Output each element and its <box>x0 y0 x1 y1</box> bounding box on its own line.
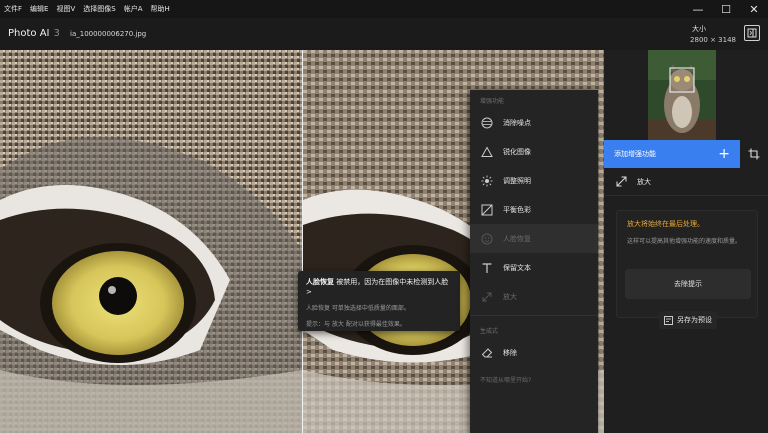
tooltip-description: 人脸恢复 可单独选择中低质量的面部。 <box>306 305 410 312</box>
upscale-item[interactable]: 放大 <box>604 168 768 196</box>
panel-toggle-button[interactable] <box>744 25 760 41</box>
menu-item-sharpen[interactable]: 锐化图像 <box>470 137 598 166</box>
lighting-icon <box>480 174 494 188</box>
sharpen-icon <box>480 145 494 159</box>
panel-toggle-icon <box>747 28 757 38</box>
menu-item-preserve-text[interactable]: 保留文本 <box>470 253 598 282</box>
menu-bar: 文件F 编辑E 视图V 选择图像S 帐户A 帮助H — ☐ ✕ <box>0 0 768 18</box>
crop-button[interactable] <box>740 140 768 168</box>
upscale-arrow-icon <box>616 176 627 187</box>
menu-item-remove[interactable]: 移除 <box>470 338 598 367</box>
maximize-icon[interactable]: ☐ <box>712 0 740 18</box>
app-version: 3 <box>53 28 60 39</box>
size-value: 2800 × 3148 <box>690 36 736 44</box>
tooltip-tip: 提示：与 放大 配对以获得最佳效果。 <box>306 321 406 328</box>
image-thumbnail[interactable] <box>648 50 716 140</box>
menu-item-face-recovery[interactable]: 人脸恢复 <box>470 224 598 253</box>
menu-edit[interactable]: 编辑E <box>26 0 52 18</box>
tooltip-title: 人脸恢复 被禁用，因为在图像中未检测到人脸> <box>306 278 449 296</box>
text-icon <box>480 261 494 275</box>
close-icon[interactable]: ✕ <box>740 0 768 18</box>
preset-icon <box>664 315 673 325</box>
app-title: Photo AI 3 <box>8 28 60 39</box>
menu-view[interactable]: 视图V <box>52 0 79 18</box>
help-link[interactable]: 不知道从哪里开始? <box>470 367 598 392</box>
add-enhancement-menu: 增强功能 消除噪点 锐化图像 调整照明 平衡色彩 人脸恢复 保留文本 放大 生成… <box>470 90 598 433</box>
notice-title: 放大将始终在最后处理。 <box>627 220 704 228</box>
menu-select-image[interactable]: 选择图像S <box>79 0 119 18</box>
menu-help[interactable]: 帮助H <box>147 0 174 18</box>
plus-icon: + <box>718 146 730 162</box>
add-enhancement-row: 添加增强功能 + <box>604 140 768 168</box>
menu-item-color-balance[interactable]: 平衡色彩 <box>470 195 598 224</box>
upscale-icon <box>480 290 494 304</box>
app-name: Photo AI <box>8 28 50 39</box>
add-enhancement-button[interactable]: 添加增强功能 + <box>604 140 740 168</box>
save-preset-button[interactable]: 另存为预设 <box>659 311 717 329</box>
minimize-icon[interactable]: — <box>684 0 712 18</box>
size-label: 大小 <box>692 25 706 33</box>
app-header: Photo AI 3 ia_100000006270.jpg 大小 2800 × … <box>0 18 768 50</box>
dismiss-tip-button[interactable]: 去除提示 <box>625 269 751 299</box>
section-generative: 生成式 <box>480 328 499 335</box>
crop-icon <box>748 148 760 160</box>
face-icon <box>480 232 494 246</box>
menu-item-denoise[interactable]: 消除噪点 <box>470 108 598 137</box>
section-enhancements: 增强功能 <box>480 98 505 105</box>
eraser-icon <box>480 346 494 360</box>
menu-account[interactable]: 帐户A <box>120 0 147 18</box>
window-controls: — ☐ ✕ <box>684 0 768 18</box>
menu-file[interactable]: 文件F <box>0 0 26 18</box>
notice-description: 这样可以提高其他增强功能的速度和质量。 <box>627 238 742 245</box>
menu-item-upscale[interactable]: 放大 <box>470 282 598 311</box>
file-name: ia_100000006270.jpg <box>70 30 147 38</box>
original-preview[interactable] <box>0 50 302 433</box>
color-balance-icon <box>480 203 494 217</box>
menu-item-lighting[interactable]: 调整照明 <box>470 166 598 195</box>
right-sidebar: 添加增强功能 + 放大 放大将始终在最后处理。 这样可以提高其他增强功能的速度和… <box>604 50 768 433</box>
upscale-notice: 放大将始终在最后处理。 这样可以提高其他增强功能的速度和质量。 去除提示 <box>616 210 758 318</box>
face-recovery-tooltip: 人脸恢复 被禁用，因为在图像中未检测到人脸> 人脸恢复 可单独选择中低质量的面部… <box>298 271 460 331</box>
menu-separator <box>470 315 598 316</box>
denoise-icon <box>480 116 494 130</box>
